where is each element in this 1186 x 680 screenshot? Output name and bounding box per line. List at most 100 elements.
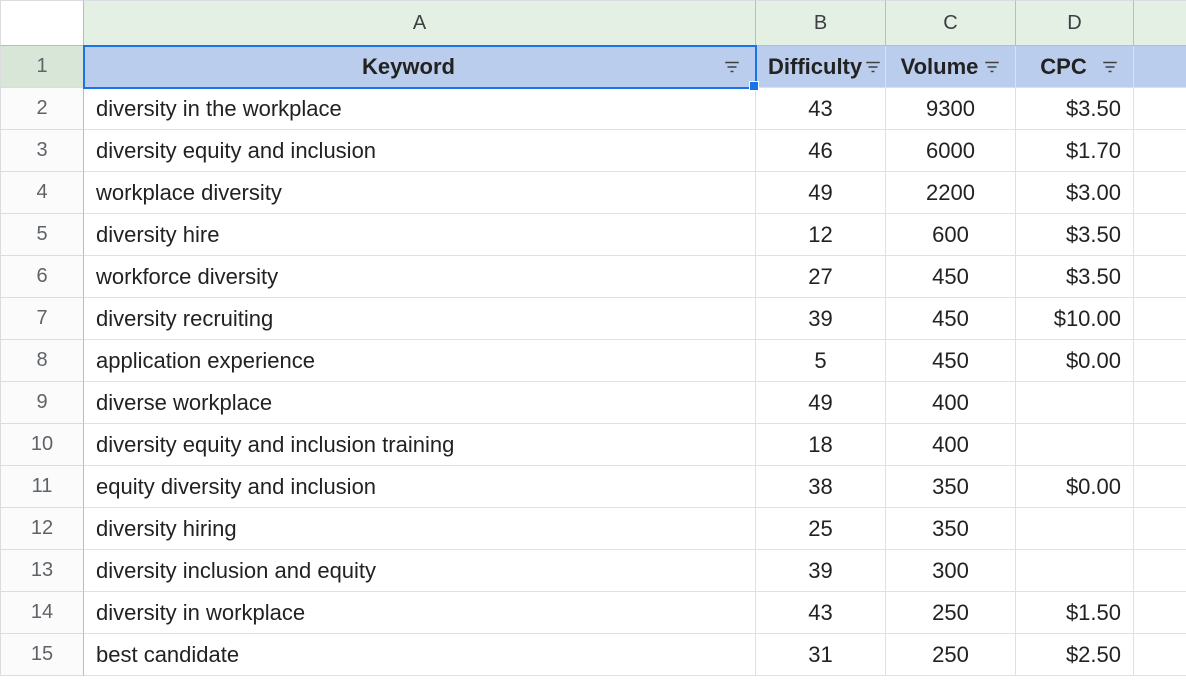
cell-cpc[interactable] [1016, 550, 1134, 592]
column-header-B[interactable]: B [756, 0, 886, 46]
cell-cpc[interactable] [1016, 382, 1134, 424]
cell-difficulty[interactable]: 49 [756, 382, 886, 424]
cell-cpc[interactable]: $3.50 [1016, 214, 1134, 256]
cell-keyword[interactable]: application experience [84, 340, 756, 382]
cell-cpc[interactable]: $0.00 [1016, 340, 1134, 382]
cell-volume[interactable]: 2200 [886, 172, 1016, 214]
row-header[interactable]: 3 [0, 130, 84, 172]
cell-keyword[interactable]: diversity equity and inclusion training [84, 424, 756, 466]
cell-keyword[interactable]: diversity hire [84, 214, 756, 256]
row-header[interactable]: 6 [0, 256, 84, 298]
cell-keyword[interactable]: diversity recruiting [84, 298, 756, 340]
cell-difficulty[interactable]: 31 [756, 634, 886, 676]
row-header[interactable]: 2 [0, 88, 84, 130]
cell-volume[interactable]: 450 [886, 256, 1016, 298]
cell-extra[interactable] [1134, 172, 1186, 214]
spreadsheet-grid[interactable]: A B C D 1 Keyword Difficulty Volume CPC … [0, 0, 1186, 676]
cell-B1[interactable]: Difficulty [756, 46, 886, 88]
row-header[interactable]: 7 [0, 298, 84, 340]
cell-cpc[interactable]: $2.50 [1016, 634, 1134, 676]
row-header[interactable]: 8 [0, 340, 84, 382]
row-header[interactable]: 11 [0, 466, 84, 508]
column-header-C[interactable]: C [886, 0, 1016, 46]
cell-C1[interactable]: Volume [886, 46, 1016, 88]
cell-extra[interactable] [1134, 130, 1186, 172]
cell-extra[interactable] [1134, 298, 1186, 340]
cell-keyword[interactable]: workforce diversity [84, 256, 756, 298]
cell-A1[interactable]: Keyword [84, 46, 756, 88]
cell-extra[interactable] [1134, 424, 1186, 466]
cell-keyword[interactable]: diverse workplace [84, 382, 756, 424]
cell-difficulty[interactable]: 25 [756, 508, 886, 550]
cell-keyword[interactable]: diversity in the workplace [84, 88, 756, 130]
cell-volume[interactable]: 250 [886, 592, 1016, 634]
row-header[interactable]: 10 [0, 424, 84, 466]
cell-cpc[interactable] [1016, 508, 1134, 550]
cell-volume[interactable]: 350 [886, 466, 1016, 508]
cell-keyword[interactable]: diversity inclusion and equity [84, 550, 756, 592]
cell-D1[interactable]: CPC [1016, 46, 1134, 88]
row-header[interactable]: 13 [0, 550, 84, 592]
row-header[interactable]: 1 [0, 46, 84, 88]
cell-volume[interactable]: 350 [886, 508, 1016, 550]
cell-cpc[interactable]: $3.50 [1016, 88, 1134, 130]
cell-difficulty[interactable]: 39 [756, 550, 886, 592]
cell-cpc[interactable]: $3.50 [1016, 256, 1134, 298]
cell-difficulty[interactable]: 46 [756, 130, 886, 172]
row-header[interactable]: 5 [0, 214, 84, 256]
filter-icon[interactable] [981, 56, 1003, 78]
cell-difficulty[interactable]: 38 [756, 466, 886, 508]
cell-difficulty[interactable]: 43 [756, 592, 886, 634]
column-header-D[interactable]: D [1016, 0, 1134, 46]
cell-volume[interactable]: 400 [886, 382, 1016, 424]
row-header[interactable]: 4 [0, 172, 84, 214]
cell-volume[interactable]: 6000 [886, 130, 1016, 172]
cell-E1[interactable] [1134, 46, 1186, 88]
cell-volume[interactable]: 300 [886, 550, 1016, 592]
cell-keyword[interactable]: diversity equity and inclusion [84, 130, 756, 172]
cell-difficulty[interactable]: 43 [756, 88, 886, 130]
cell-volume[interactable]: 9300 [886, 88, 1016, 130]
cell-cpc[interactable] [1016, 424, 1134, 466]
cell-difficulty[interactable]: 27 [756, 256, 886, 298]
cell-keyword[interactable]: workplace diversity [84, 172, 756, 214]
select-all-corner[interactable] [0, 0, 84, 46]
cell-extra[interactable] [1134, 634, 1186, 676]
cell-cpc[interactable]: $0.00 [1016, 466, 1134, 508]
column-header-extra[interactable] [1134, 0, 1186, 46]
cell-volume[interactable]: 600 [886, 214, 1016, 256]
cell-volume[interactable]: 450 [886, 340, 1016, 382]
cell-difficulty[interactable]: 39 [756, 298, 886, 340]
cell-extra[interactable] [1134, 466, 1186, 508]
cell-extra[interactable] [1134, 508, 1186, 550]
row-header[interactable]: 15 [0, 634, 84, 676]
cell-difficulty[interactable]: 12 [756, 214, 886, 256]
cell-extra[interactable] [1134, 382, 1186, 424]
cell-cpc[interactable]: $1.50 [1016, 592, 1134, 634]
filter-icon[interactable] [862, 56, 884, 78]
cell-keyword[interactable]: equity diversity and inclusion [84, 466, 756, 508]
cell-keyword[interactable]: diversity hiring [84, 508, 756, 550]
row-header[interactable]: 12 [0, 508, 84, 550]
cell-extra[interactable] [1134, 88, 1186, 130]
row-header[interactable]: 14 [0, 592, 84, 634]
cell-difficulty[interactable]: 18 [756, 424, 886, 466]
cell-extra[interactable] [1134, 256, 1186, 298]
cell-extra[interactable] [1134, 592, 1186, 634]
filter-icon[interactable] [1099, 56, 1121, 78]
cell-cpc[interactable]: $3.00 [1016, 172, 1134, 214]
cell-difficulty[interactable]: 5 [756, 340, 886, 382]
cell-keyword[interactable]: best candidate [84, 634, 756, 676]
cell-difficulty[interactable]: 49 [756, 172, 886, 214]
column-header-A[interactable]: A [84, 0, 756, 46]
cell-volume[interactable]: 450 [886, 298, 1016, 340]
cell-volume[interactable]: 400 [886, 424, 1016, 466]
cell-volume[interactable]: 250 [886, 634, 1016, 676]
cell-keyword[interactable]: diversity in workplace [84, 592, 756, 634]
cell-cpc[interactable]: $10.00 [1016, 298, 1134, 340]
row-header[interactable]: 9 [0, 382, 84, 424]
filter-icon[interactable] [721, 56, 743, 78]
cell-cpc[interactable]: $1.70 [1016, 130, 1134, 172]
cell-extra[interactable] [1134, 340, 1186, 382]
cell-extra[interactable] [1134, 550, 1186, 592]
